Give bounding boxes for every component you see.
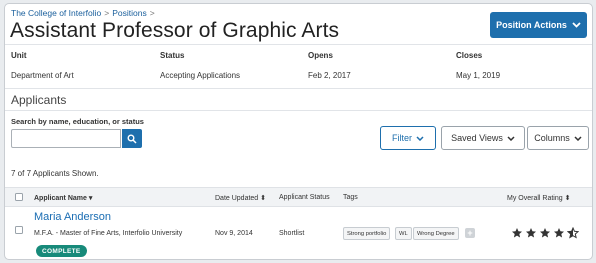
applicant-name-link[interactable]: Maria Anderson <box>34 211 111 223</box>
applicants-title: Applicants <box>11 93 67 107</box>
column-header-status[interactable]: Applicant Status <box>279 194 330 201</box>
breadcrumb-positions-link[interactable]: Positions <box>112 8 147 18</box>
breadcrumb-separator: > <box>149 8 155 18</box>
date-updated: Nov 9, 2014 <box>215 230 253 237</box>
breadcrumb-org-link[interactable]: The College of Interfolio <box>11 8 101 18</box>
meta-divider <box>5 88 592 89</box>
position-actions-label: Position Actions <box>496 20 567 30</box>
tag-wrong-degree[interactable]: Wrong Degree <box>413 227 459 240</box>
chevron-down-icon <box>574 135 582 141</box>
position-card: The College of Interfolio > Positions > Ass… <box>4 3 593 260</box>
filter-label: Filter <box>392 133 412 143</box>
status-badge: COMPLETE <box>36 245 87 257</box>
sort-down-icon: ▾ <box>88 195 93 202</box>
star-full-icon <box>526 228 536 238</box>
status-value: Accepting Applications <box>160 71 241 80</box>
star-full-icon <box>554 228 564 238</box>
column-header-date-label: Date Updated <box>215 195 259 202</box>
applicant-education: M.F.A. - Master of Fine Arts, Interfolio… <box>34 230 183 237</box>
tag-strong-portfolio[interactable]: Strong portfolio <box>343 227 391 240</box>
search-button[interactable] <box>122 129 142 148</box>
saved-views-button[interactable]: Saved Views <box>441 126 525 150</box>
chevron-down-icon <box>507 135 515 141</box>
column-header-rating[interactable]: My Overall Rating ⬍ <box>507 194 570 202</box>
applicant-count: 7 of 7 Applicants Shown. <box>11 169 99 178</box>
add-tag-icon[interactable]: + <box>465 228 475 238</box>
unit-value: Department of Art <box>11 71 74 80</box>
saved-views-label: Saved Views <box>451 133 503 143</box>
sort-icon: ⬍ <box>260 195 267 202</box>
star-full-icon <box>540 228 550 238</box>
position-actions-button[interactable]: Position Actions <box>490 12 587 38</box>
closes-label: Closes <box>456 51 483 60</box>
chevron-down-icon <box>416 135 424 141</box>
breadcrumb-separator: > <box>104 8 110 18</box>
filter-button[interactable]: Filter <box>380 126 436 150</box>
column-header-tags[interactable]: Tags <box>343 194 358 201</box>
unit-label: Unit <box>11 51 27 60</box>
applicants-divider <box>5 110 592 111</box>
search-icon <box>127 134 137 144</box>
column-header-name-label: Applicant Name <box>34 195 87 202</box>
chevron-down-icon <box>572 22 581 28</box>
closes-value: May 1, 2019 <box>456 71 501 80</box>
column-header-name[interactable]: Applicant Name ▾ <box>34 194 92 202</box>
opens-value: Feb 2, 2017 <box>308 71 351 80</box>
column-header-rating-label: My Overall Rating <box>507 195 563 202</box>
opens-label: Opens <box>308 51 333 60</box>
tag-wl[interactable]: WL <box>395 227 412 240</box>
select-all-checkbox[interactable] <box>15 193 23 201</box>
header-divider <box>5 44 592 45</box>
column-header-status-label: Applicant Status <box>279 194 330 201</box>
status-label: Status <box>160 51 185 60</box>
star-full-icon <box>512 228 522 238</box>
column-header-tags-label: Tags <box>343 194 358 201</box>
rating-stars[interactable] <box>511 227 579 239</box>
page-title: Assistant Professor of Graphic Arts <box>10 19 340 42</box>
columns-label: Columns <box>534 133 570 143</box>
applicant-status: Shortlist <box>279 230 305 237</box>
columns-button[interactable]: Columns <box>527 126 589 150</box>
row-checkbox[interactable] <box>15 226 23 234</box>
star-half-icon <box>567 227 579 239</box>
search-label: Search by name, education, or status <box>11 117 144 126</box>
search-input[interactable] <box>11 129 121 148</box>
breadcrumb: The College of Interfolio > Positions > <box>11 8 158 18</box>
table-header: Applicant Name ▾ Date Updated ⬍ Applican… <box>5 187 592 207</box>
sort-icon: ⬍ <box>564 195 571 202</box>
column-header-date[interactable]: Date Updated ⬍ <box>215 194 266 202</box>
